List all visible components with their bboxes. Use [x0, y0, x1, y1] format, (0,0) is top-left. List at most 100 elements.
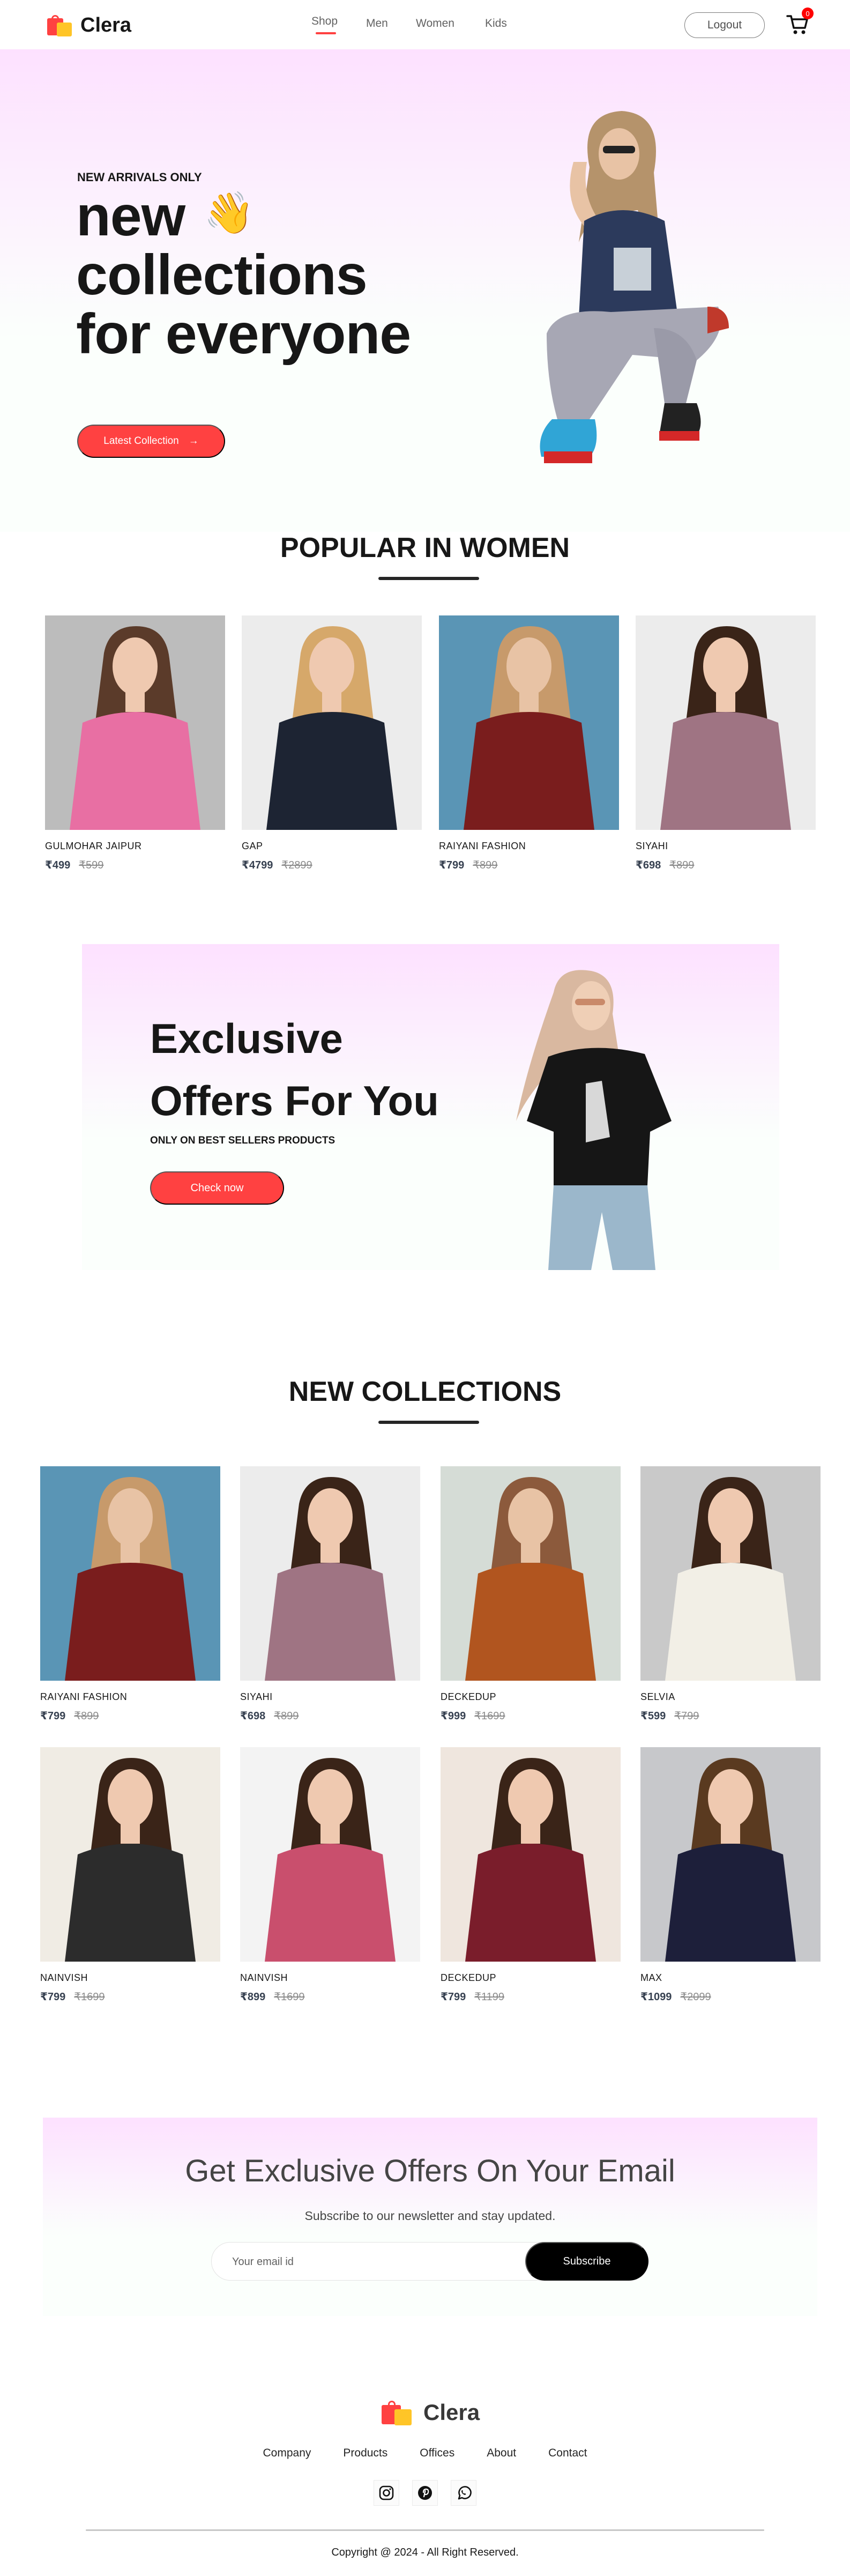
product-card[interactable]: RAIYANI FASHION ₹799 ₹899 — [40, 1466, 220, 1723]
newsletter-title: Get Exclusive Offers On Your Email — [185, 2154, 675, 2188]
product-prices: ₹4799 ₹2899 — [242, 858, 422, 872]
hero-model-image — [540, 111, 729, 463]
offers-title: Exclusive Offers For You — [150, 1007, 439, 1132]
product-price-new: ₹1099 — [640, 1991, 672, 2003]
offers-title-line-1: Exclusive — [150, 1015, 343, 1062]
product-card[interactable]: DECKEDUP ₹799 ₹1199 — [441, 1747, 621, 2003]
product-image[interactable] — [40, 1466, 220, 1681]
product-name[interactable]: GAP — [242, 841, 422, 852]
popular-title-underline — [378, 577, 479, 580]
product-card[interactable]: GULMOHAR JAIPUR ₹499 ₹599 — [45, 615, 225, 872]
product-prices: ₹599 ₹799 — [640, 1709, 821, 1723]
product-name[interactable]: RAIYANI FASHION — [439, 841, 619, 852]
new-collections-title: NEW COLLECTIONS — [288, 1376, 562, 1407]
product-prices: ₹999 ₹1699 — [441, 1709, 621, 1723]
product-card[interactable]: DECKEDUP ₹999 ₹1699 — [441, 1466, 621, 1723]
shopping-bags-icon — [382, 2400, 414, 2425]
product-price-new: ₹799 — [439, 859, 465, 871]
check-now-button[interactable]: Check now — [150, 1171, 284, 1205]
product-price-new: ₹799 — [40, 1991, 66, 2003]
hero-section: NEW ARRIVALS ONLY new collections for ev… — [0, 49, 850, 532]
product-name[interactable]: NAINVISH — [40, 1972, 220, 1984]
nav-item-kids[interactable]: Kids — [485, 17, 507, 30]
product-card[interactable]: MAX ₹1099 ₹2099 — [640, 1747, 821, 2003]
footer-link-about[interactable]: About — [487, 2447, 516, 2460]
product-card[interactable]: NAINVISH ₹799 ₹1699 — [40, 1747, 220, 2003]
newsletter-section: Get Exclusive Offers On Your Email Subsc… — [43, 2118, 817, 2316]
footer-link-products[interactable]: Products — [343, 2447, 387, 2460]
product-price-new: ₹799 — [441, 1991, 466, 2003]
product-prices: ₹899 ₹1699 — [240, 1990, 420, 2003]
navbar: Clera Shop Men Women Kids Logout 0 — [0, 0, 850, 49]
product-prices: ₹799 ₹1699 — [40, 1990, 220, 2003]
active-nav-underline — [316, 32, 336, 34]
email-field[interactable] — [232, 2252, 511, 2271]
product-name[interactable]: DECKEDUP — [441, 1691, 621, 1703]
product-price-old: ₹1699 — [74, 1991, 105, 2003]
product-name[interactable]: RAIYANI FASHION — [40, 1691, 220, 1703]
footer-link-contact[interactable]: Contact — [548, 2447, 587, 2460]
product-image[interactable] — [45, 615, 225, 830]
subscribe-button[interactable]: Subscribe — [525, 2242, 648, 2281]
product-card[interactable]: SIYAHI ₹698 ₹899 — [240, 1466, 420, 1723]
product-image[interactable] — [240, 1466, 420, 1681]
product-card[interactable]: NAINVISH ₹899 ₹1699 — [240, 1747, 420, 2003]
product-image[interactable] — [439, 615, 619, 830]
footer-link-offices[interactable]: Offices — [420, 2447, 454, 2460]
product-price-old: ₹899 — [274, 1710, 299, 1722]
shopping-bags-icon — [47, 14, 73, 36]
product-price-new: ₹899 — [240, 1991, 266, 2003]
product-card[interactable]: RAIYANI FASHION ₹799 ₹899 — [439, 615, 619, 872]
product-image[interactable] — [240, 1747, 420, 1962]
offers-title-line-2: Offers For You — [150, 1077, 439, 1124]
product-price-new: ₹499 — [45, 859, 71, 871]
product-price-old: ₹899 — [74, 1710, 99, 1722]
product-price-old: ₹599 — [79, 859, 104, 871]
product-image[interactable] — [441, 1466, 621, 1681]
whatsapp-icon[interactable] — [451, 2480, 476, 2506]
nav-item-men[interactable]: Men — [366, 17, 388, 30]
waving-hand-icon: 👋 — [204, 190, 255, 236]
nav-item-shop[interactable]: Shop — [311, 15, 338, 28]
logout-button[interactable]: Logout — [684, 12, 765, 38]
product-price-old: ₹1199 — [474, 1991, 505, 2003]
footer-brand-name: Clera — [423, 2400, 480, 2425]
product-image[interactable] — [242, 615, 422, 830]
product-name[interactable]: SIYAHI — [240, 1691, 420, 1703]
hero-title-line-2: collections — [76, 243, 368, 307]
hero-title-line-3: for everyone — [76, 302, 411, 366]
product-prices: ₹799 ₹1199 — [441, 1990, 621, 2003]
product-card[interactable]: SIYAHI ₹698 ₹899 — [636, 615, 816, 872]
latest-collection-label: Latest Collection — [103, 435, 179, 447]
product-name[interactable]: MAX — [640, 1972, 821, 1984]
product-price-new: ₹698 — [636, 859, 661, 871]
cart-count-badge: 0 — [802, 8, 814, 19]
footer-link-company[interactable]: Company — [263, 2447, 311, 2460]
nav-item-women[interactable]: Women — [416, 17, 454, 30]
product-price-new: ₹698 — [240, 1710, 266, 1722]
brand-logo[interactable]: Clera — [47, 14, 131, 37]
product-image[interactable] — [640, 1747, 821, 1962]
product-name[interactable]: GULMOHAR JAIPUR — [45, 841, 225, 852]
product-price-old: ₹1699 — [274, 1991, 305, 2003]
pinterest-icon[interactable] — [412, 2480, 438, 2506]
product-image[interactable] — [636, 615, 816, 830]
product-card[interactable]: GAP ₹4799 ₹2899 — [242, 615, 422, 872]
popular-section-title: POPULAR IN WOMEN — [280, 532, 570, 563]
product-name[interactable]: NAINVISH — [240, 1972, 420, 1984]
latest-collection-button[interactable]: Latest Collection → — [77, 425, 225, 458]
product-image[interactable] — [640, 1466, 821, 1681]
product-image[interactable] — [441, 1747, 621, 1962]
newsletter-subtitle: Subscribe to our newsletter and stay upd… — [304, 2209, 556, 2223]
hero-title-line-1: new — [76, 184, 185, 248]
product-image[interactable] — [40, 1747, 220, 1962]
instagram-icon[interactable] — [374, 2480, 399, 2506]
product-price-new: ₹4799 — [242, 859, 273, 871]
product-card[interactable]: SELVIA ₹599 ₹799 — [640, 1466, 821, 1723]
product-name[interactable]: SELVIA — [640, 1691, 821, 1703]
product-prices: ₹799 ₹899 — [439, 858, 619, 872]
product-name[interactable]: SIYAHI — [636, 841, 816, 852]
product-name[interactable]: DECKEDUP — [441, 1972, 621, 1984]
footer-logo[interactable]: Clera — [382, 2400, 480, 2425]
offers-subtitle: ONLY ON BEST SELLERS PRODUCTS — [150, 1135, 335, 1146]
